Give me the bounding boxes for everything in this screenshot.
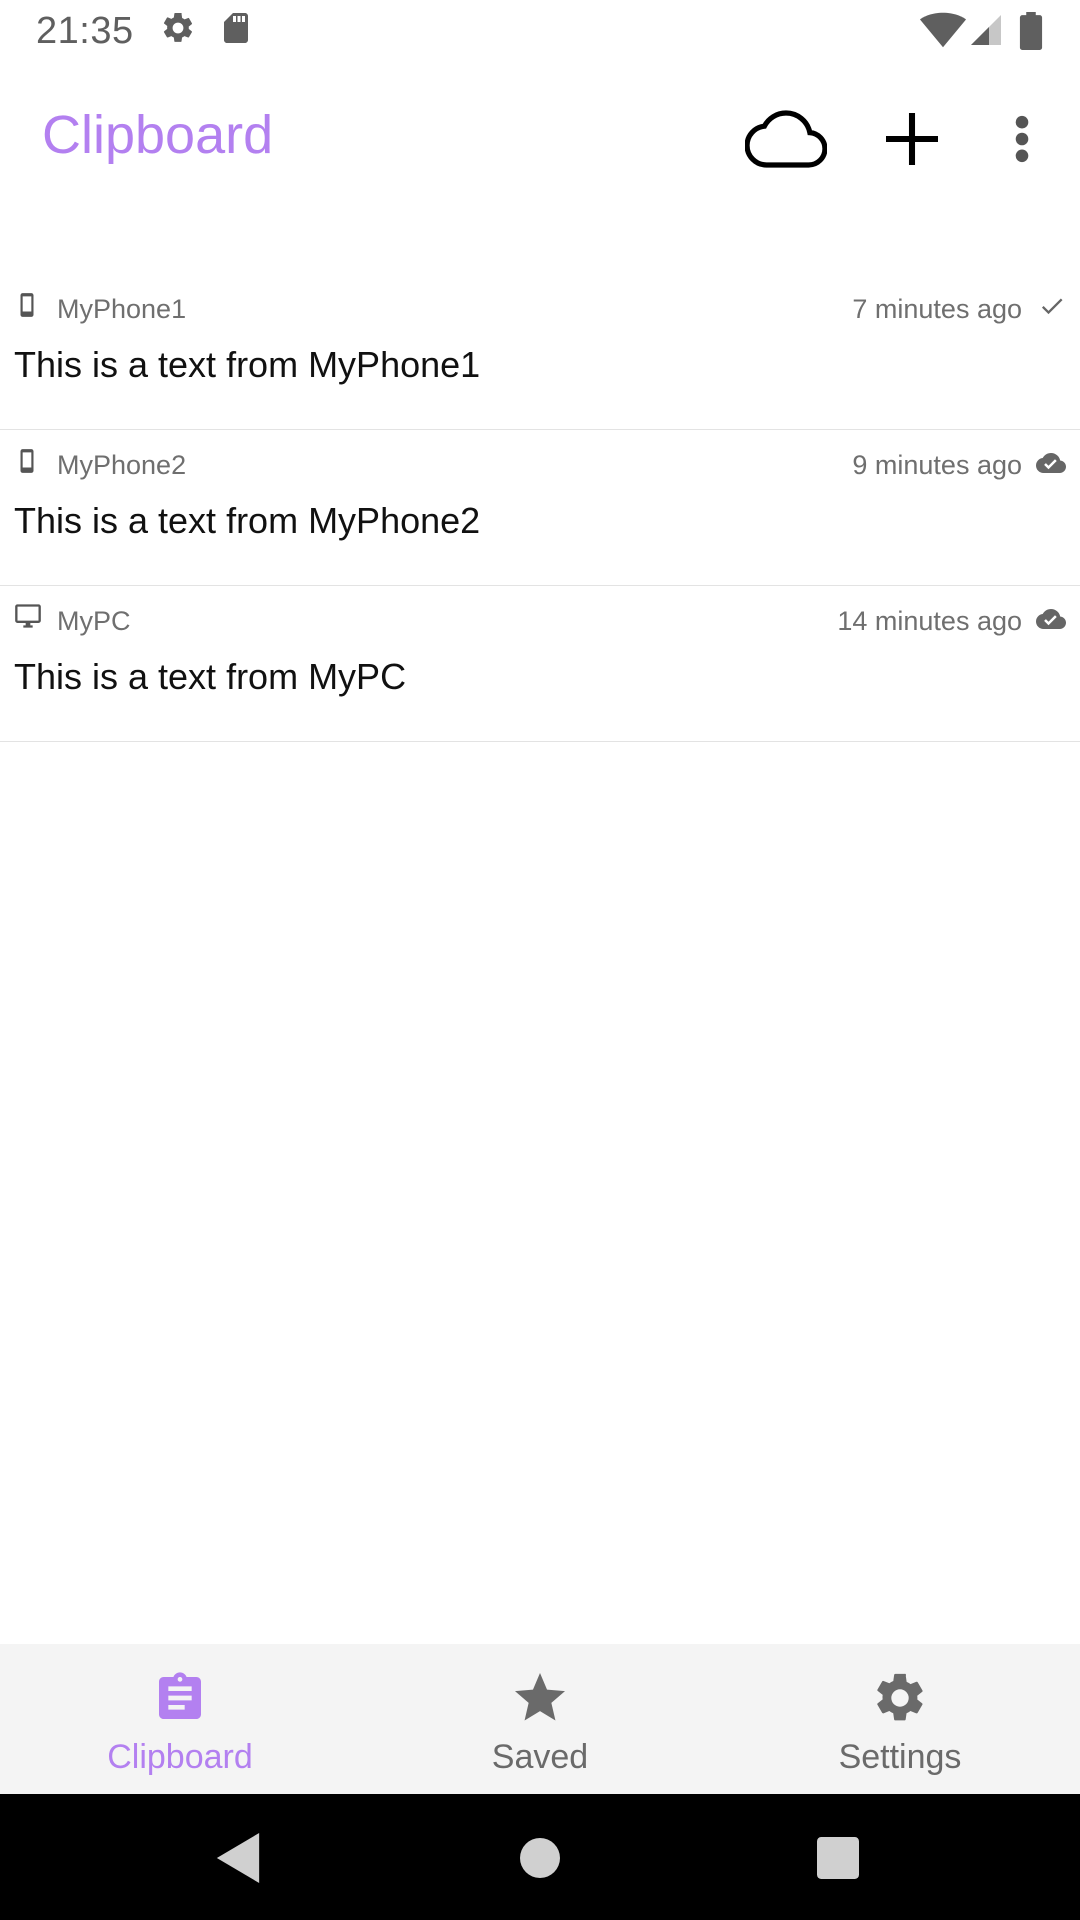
check-icon bbox=[1038, 292, 1066, 325]
sd-card-icon bbox=[218, 10, 254, 51]
cloud-done-icon bbox=[1036, 604, 1066, 639]
system-navigation-bar bbox=[0, 1794, 1080, 1920]
nav-label: Settings bbox=[838, 1738, 962, 1776]
nav-item-saved[interactable]: Saved bbox=[360, 1644, 720, 1794]
battery-icon bbox=[1016, 12, 1046, 55]
clip-text: This is a text from MyPhone1 bbox=[14, 344, 481, 385]
clipboard-list: MyPhone1 7 minutes ago This is a text fr… bbox=[0, 274, 1080, 742]
clip-text: This is a text from MyPhone2 bbox=[14, 500, 481, 541]
timestamp: 14 minutes ago bbox=[837, 606, 1022, 636]
star-icon bbox=[510, 1668, 570, 1728]
gear-icon bbox=[871, 1668, 929, 1728]
list-item[interactable]: MyPC 14 minutes ago This is a text from … bbox=[0, 586, 1080, 742]
bottom-navigation: Clipboard Saved Settings bbox=[0, 1644, 1080, 1794]
recents-icon[interactable] bbox=[810, 1830, 866, 1886]
nav-item-settings[interactable]: Settings bbox=[720, 1644, 1080, 1794]
device-name: MyPhone1 bbox=[57, 294, 187, 324]
desktop-icon bbox=[14, 602, 42, 635]
add-icon bbox=[886, 112, 938, 168]
list-item[interactable]: MyPhone2 9 minutes ago This is a text fr… bbox=[0, 430, 1080, 586]
phone-icon bbox=[14, 446, 40, 481]
device-name: MyPC bbox=[57, 606, 131, 636]
signal-icon bbox=[968, 12, 1004, 53]
timestamp: 9 minutes ago bbox=[852, 450, 1022, 480]
more-vert-icon bbox=[1015, 115, 1029, 166]
cloud-done-icon bbox=[1036, 448, 1066, 483]
clipboard-icon bbox=[152, 1668, 208, 1728]
nav-item-clipboard[interactable]: Clipboard bbox=[0, 1644, 360, 1794]
phone-icon bbox=[14, 290, 40, 325]
page-title: Clipboard bbox=[42, 105, 274, 165]
clip-text: This is a text from MyPC bbox=[14, 656, 407, 697]
cloud-sync-button[interactable] bbox=[740, 104, 832, 176]
status-bar: 21:35 bbox=[0, 0, 1080, 64]
status-time: 21:35 bbox=[36, 10, 134, 52]
home-icon[interactable] bbox=[512, 1830, 568, 1886]
back-icon[interactable] bbox=[210, 1830, 266, 1886]
nav-label: Clipboard bbox=[107, 1738, 253, 1776]
add-button[interactable] bbox=[876, 100, 948, 180]
cloud-icon bbox=[744, 109, 828, 172]
gear-icon bbox=[160, 10, 196, 51]
more-options-button[interactable] bbox=[998, 100, 1046, 180]
device-name: MyPhone2 bbox=[57, 450, 187, 480]
list-item[interactable]: MyPhone1 7 minutes ago This is a text fr… bbox=[0, 274, 1080, 430]
nav-label: Saved bbox=[491, 1738, 589, 1776]
wifi-icon bbox=[920, 12, 966, 53]
app-bar: Clipboard bbox=[0, 64, 1080, 214]
timestamp: 7 minutes ago bbox=[852, 294, 1022, 324]
